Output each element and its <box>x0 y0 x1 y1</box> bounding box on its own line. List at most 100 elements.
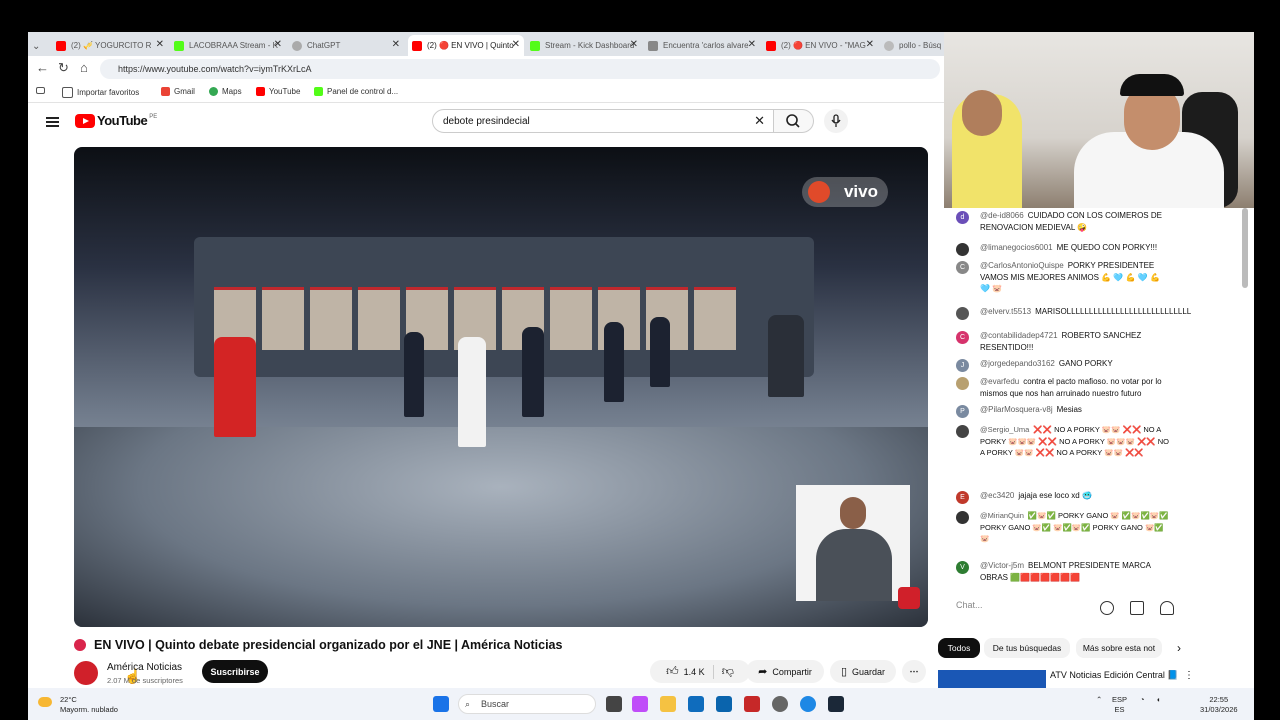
filter-chip-searches[interactable]: De tus búsquedas <box>984 638 1070 658</box>
tab-6[interactable]: Encuentra 'carlos alvare ✕ <box>648 35 760 56</box>
close-tab-icon[interactable]: ✕ <box>156 39 164 50</box>
close-tab-icon[interactable]: ✕ <box>392 39 400 50</box>
tab-4-active[interactable]: (2) 🔴 EN VIVO | Quinto ✕ <box>408 35 524 56</box>
like-dislike-group: 👍︎ 1.4 K 👎︎ <box>650 660 750 683</box>
menu-icon[interactable] <box>46 115 59 129</box>
tab-3[interactable]: ChatGPT ✕ <box>292 35 404 56</box>
reload-icon[interactable]: ↻ <box>58 60 69 76</box>
emoji-icon[interactable] <box>1100 601 1114 615</box>
clear-search-icon[interactable]: ✕ <box>754 113 765 129</box>
obs-icon[interactable] <box>772 696 788 712</box>
thumbs-up-icon: 👍︎ <box>666 664 679 678</box>
steam-icon[interactable] <box>828 696 844 712</box>
windows-taskbar: 22°C Mayorm. nublado ⌕ Buscar ⌃ ESP ES ◔ … <box>28 688 1254 720</box>
streamer-cap <box>1120 74 1184 96</box>
subscribe-button[interactable]: Suscribirse <box>202 660 268 683</box>
copilot-icon[interactable] <box>632 696 648 712</box>
weather-widget[interactable]: 22°C Mayorm. nublado <box>38 695 118 715</box>
candidate-figure <box>768 315 804 397</box>
share-button[interactable]: ➦ Compartir <box>746 660 824 683</box>
chat-message: @evarfedu contra el pacto mafioso. no vot… <box>956 376 1171 399</box>
close-tab-icon[interactable]: ✕ <box>748 39 756 50</box>
task-view-icon[interactable] <box>606 696 622 712</box>
chevron-right-icon[interactable]: › <box>1170 638 1188 658</box>
user-avatar <box>956 377 969 390</box>
channel-name[interactable]: América Noticias <box>107 662 182 673</box>
video-player[interactable]: vivo <box>74 147 928 627</box>
tab-7[interactable]: (2) 🔴 EN VIVO - "MAG ✕ <box>766 35 878 56</box>
chat-message: C @contabilidadep4721 ROBERTO SANCHEZ RESE… <box>956 330 1171 353</box>
clock[interactable]: 22:55 31/03/2026 <box>1200 695 1238 715</box>
bookmark-gmail[interactable]: Gmail <box>161 87 195 96</box>
file-explorer-icon[interactable] <box>660 696 676 712</box>
search-input[interactable]: debote presindecial ✕ <box>432 109 774 133</box>
language-indicator[interactable]: ESP ES <box>1112 695 1127 715</box>
more-actions-button[interactable]: ⋯ <box>902 660 926 683</box>
dislike-button[interactable]: 👎︎ <box>722 664 734 679</box>
youtube-logo[interactable]: YouTube PE <box>75 113 157 128</box>
filter-chip-more[interactable]: Más sobre esta not <box>1076 638 1162 658</box>
like-button[interactable]: 👍︎ 1.4 K <box>666 664 705 679</box>
voice-search-button[interactable] <box>824 109 848 133</box>
chat-message: @Sergio_Uma ❌❌ NO A PORKY 🐷🐷 ❌❌ NO A PORK… <box>956 424 1171 459</box>
bookmark-youtube[interactable]: YouTube <box>256 87 300 96</box>
tab-list-chevron-icon[interactable]: ⌄ <box>32 36 48 57</box>
back-icon[interactable]: ← <box>36 60 49 75</box>
taskbar-search[interactable]: ⌕ Buscar <box>458 694 596 714</box>
tab-label: pollo - Búsq <box>899 41 942 50</box>
america-watermark-icon <box>898 587 920 609</box>
super-chat-icon[interactable] <box>1130 601 1144 615</box>
close-tab-icon[interactable]: ✕ <box>274 39 282 50</box>
candidate-figure <box>604 322 624 402</box>
close-tab-icon[interactable]: ✕ <box>512 39 520 50</box>
start-windows-icon[interactable] <box>433 696 449 712</box>
candidate-figure <box>522 327 544 417</box>
close-tab-icon[interactable]: ✕ <box>866 39 874 50</box>
folder-icon <box>62 87 73 98</box>
chat-message: E @ec3420 jajaja ese loco xd 🥶 <box>956 490 1171 504</box>
sign-language-interpreter <box>796 485 910 601</box>
chat-scrollbar[interactable] <box>1242 208 1248 288</box>
chat-message: V @Victor-j5m BELMONT PRESIDENTE MARCA OBR… <box>956 560 1171 583</box>
channel-avatar[interactable] <box>74 661 98 685</box>
filter-chip-all[interactable]: Todos <box>938 638 980 658</box>
volume-icon[interactable]: ◖ <box>1156 695 1161 705</box>
video-title: EN VIVO | Quinto debate presidencial org… <box>74 638 562 652</box>
tray-chevron-icon[interactable]: ⌃ <box>1096 695 1102 705</box>
user-avatar: P <box>956 405 969 418</box>
related-video-thumbnail[interactable] <box>938 670 1046 688</box>
america-logo-icon <box>808 181 830 203</box>
share-icon: ➦ <box>758 666 768 678</box>
user-avatar <box>956 307 969 320</box>
candidate-portrait <box>262 287 304 350</box>
tab-label: (2) 🎺 YOGURCITO R <box>71 41 152 50</box>
outlook-icon[interactable] <box>716 696 732 712</box>
bookmark-import[interactable]: Importar favoritos <box>62 87 139 98</box>
more-vert-icon[interactable]: ⋮ <box>1184 670 1194 681</box>
reading-list-icon[interactable] <box>36 87 49 94</box>
url-field[interactable]: https://www.youtube.com/watch?v=iymTrKXr… <box>100 59 940 79</box>
tab-label: LACOBRAAA Stream - K <box>189 41 278 50</box>
tab-8[interactable]: pollo - Búsq <box>884 35 944 56</box>
bookmark-maps[interactable]: Maps <box>209 87 242 96</box>
chat-message: @limanegocios6001 ME QUEDO CON PORKY!!! <box>956 242 1171 256</box>
cloud-sun-icon <box>38 697 52 707</box>
bookmark-kick-panel[interactable]: Panel de control d... <box>314 87 398 96</box>
tab-2[interactable]: LACOBRAAA Stream - K ✕ <box>174 35 286 56</box>
tab-5[interactable]: Stream - Kick Dashboard ✕ <box>530 35 642 56</box>
related-video-title[interactable]: ATV Noticias Edición Central 📘 <box>1050 670 1179 681</box>
chat-message: @MirianQuin ✅🐷✅ PORKY GANO 🐷 ✅🐷✅🐷✅ PORKY … <box>956 510 1171 545</box>
edge-icon[interactable] <box>800 696 816 712</box>
heart-icon[interactable] <box>1160 601 1174 615</box>
search-button[interactable] <box>774 109 814 133</box>
search-favicon-icon <box>884 40 894 51</box>
mail-icon[interactable] <box>744 696 760 712</box>
wifi-icon[interactable]: ◔ <box>1140 695 1145 705</box>
candidate-figure <box>458 337 486 447</box>
tab-1[interactable]: (2) 🎺 YOGURCITO R ✕ <box>56 35 168 56</box>
user-avatar: C <box>956 331 969 344</box>
close-tab-icon[interactable]: ✕ <box>630 39 638 50</box>
save-button[interactable]: ▯ Guardar <box>830 660 896 683</box>
store-icon[interactable] <box>688 696 704 712</box>
home-icon[interactable]: ⌂ <box>80 60 88 75</box>
